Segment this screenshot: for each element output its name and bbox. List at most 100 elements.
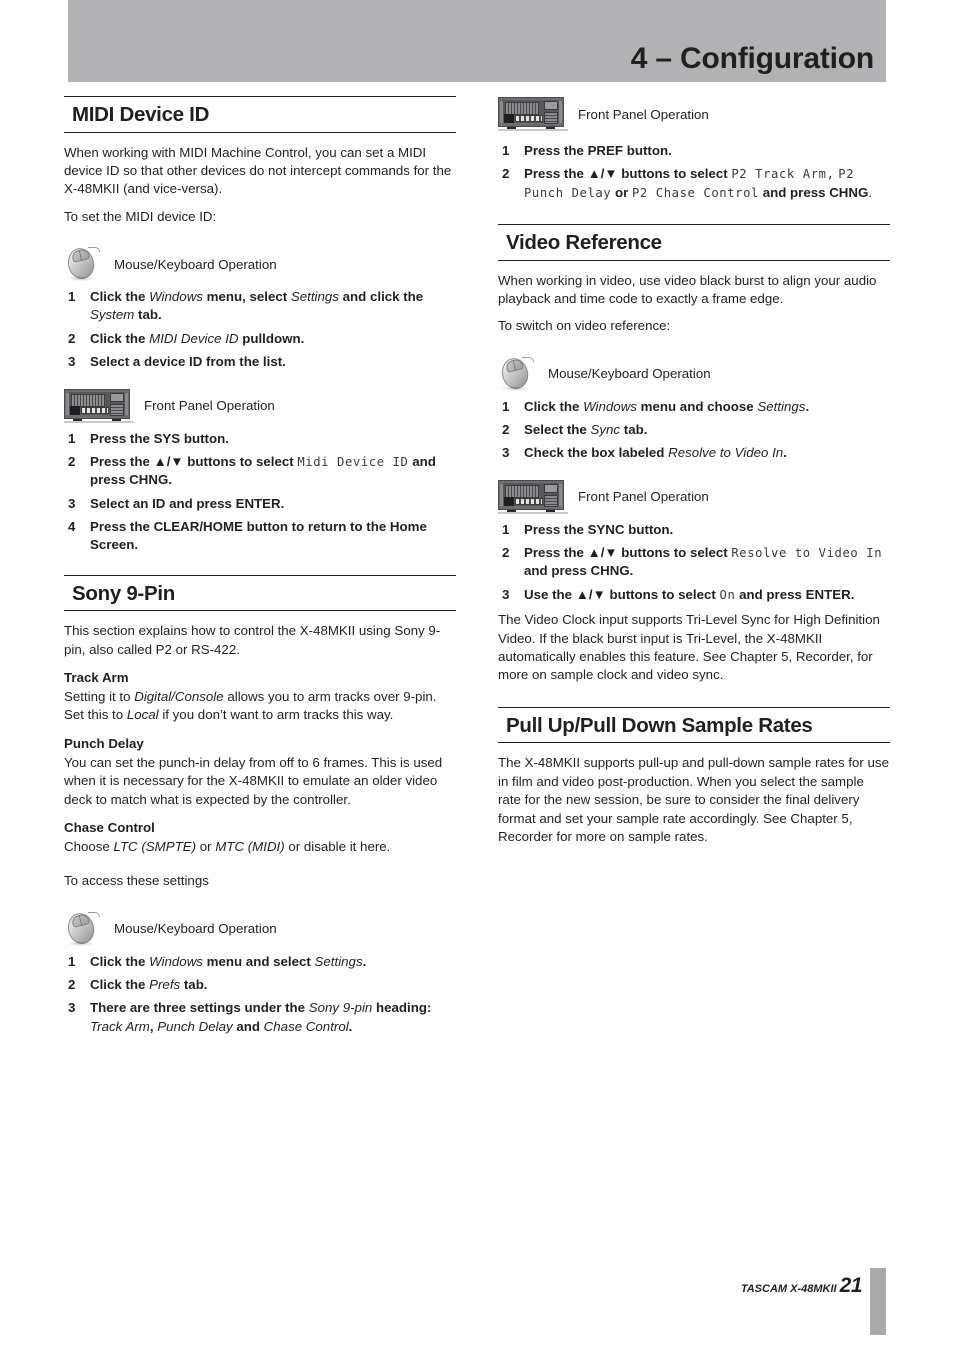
step-item: 1 Press the SYNC button. xyxy=(498,521,890,539)
run-bold: and press CHNG. xyxy=(524,563,634,579)
run-italic: MTC (MIDI) xyxy=(215,838,285,854)
run-bold: buttons to select xyxy=(183,453,298,469)
mouse-keyboard-operation-row-video: Mouse/Keyboard Operation xyxy=(498,355,890,392)
run-bold: Click the xyxy=(90,289,150,305)
run-bold: buttons to select xyxy=(617,166,732,182)
step-item: 3 Select a device ID from the list. xyxy=(64,353,456,371)
run-bold: Press the CLEAR/HOME button to return to… xyxy=(90,518,427,553)
run-bold: tab. xyxy=(620,422,648,438)
run-italic-param: Settings xyxy=(290,289,339,305)
page-footer: TASCAM X-48MKII 21 xyxy=(0,1260,954,1350)
run-bold: Check the box labeled xyxy=(524,445,669,461)
step-item: 2 Press the ▲/▼ buttons to select P2 Trac… xyxy=(498,165,890,202)
section-sony-9pin: Sony 9-Pin xyxy=(64,574,456,612)
run-bold: Click the xyxy=(90,330,150,346)
run-bold: Click the xyxy=(90,953,150,969)
step-item: 4 Press the CLEAR/HOME button to return t… xyxy=(64,518,456,555)
mouse-operation-label: Mouse/Keyboard Operation xyxy=(114,256,277,272)
manual-page: 4 – Configuration MIDI Device ID When wo… xyxy=(0,0,954,1350)
run-italic-param: Windows xyxy=(149,953,203,969)
footer-accent-bar xyxy=(870,1268,886,1335)
run-lcd-text: Resolve to Video In xyxy=(731,546,883,561)
heading-midi-device-id: MIDI Device ID xyxy=(72,103,210,126)
run-bold: and press CHNG xyxy=(759,184,869,200)
run-bold: ▲/▼ xyxy=(575,586,606,602)
run-bold: . xyxy=(362,953,367,969)
step-item: 1 Click the Windows menu and select Setti… xyxy=(64,953,456,971)
step-number: 2 xyxy=(68,977,76,993)
step-item: 2 Click the MIDI Device ID pulldown. xyxy=(64,330,456,348)
front-panel-operation-row-midi: Front Panel Operation xyxy=(64,388,456,424)
run-italic-param: Sony 9-pin xyxy=(308,1000,373,1016)
sony-intro-paragraph: This section explains how to control the… xyxy=(64,623,441,657)
pull-rates-paragraph: The X-48MKII supports pull-up and pull-d… xyxy=(498,755,889,844)
run-plain: . xyxy=(868,184,873,200)
run-bold: Press the SYS button. xyxy=(90,430,229,446)
run-bold: or xyxy=(611,184,632,200)
step-number: 1 xyxy=(68,430,76,446)
run-lcd-text: P2 Track Arm, xyxy=(731,167,835,182)
run-italic-param: Resolve to Video In xyxy=(668,445,784,461)
step-item: 3 There are three settings under the Sony… xyxy=(64,999,456,1036)
mouse-keyboard-operation-row-midi: Mouse/Keyboard Operation xyxy=(64,245,456,282)
run-italic-param: Settings xyxy=(314,953,363,969)
step-number: 1 xyxy=(502,398,510,414)
run-italic-param: Settings xyxy=(757,398,806,414)
sony-subsections: Track Arm Setting it to Digital/Console a… xyxy=(64,670,456,856)
running-header-bar: 4 – Configuration xyxy=(68,0,886,82)
run-bold: Select an ID and press ENTER. xyxy=(90,495,285,511)
step-item: 3 Check the box labeled Resolve to Video … xyxy=(498,444,890,462)
run-plain: You can set the punch-in delay from off … xyxy=(64,754,443,807)
heading-pull-rates: Pull Up/Pull Down Sample Rates xyxy=(506,713,813,737)
mouse-icon xyxy=(498,355,538,392)
step-item: 2 Select the Sync tab. xyxy=(498,421,890,439)
section-midi-device-id: MIDI Device ID xyxy=(64,96,456,133)
step-number: 2 xyxy=(502,545,510,561)
run-italic-param: Windows xyxy=(149,289,203,305)
step-item: 3 Select an ID and press ENTER. xyxy=(64,495,456,513)
run-italic: LTC (SMPTE) xyxy=(113,838,197,854)
run-bold: heading: xyxy=(372,1000,432,1016)
run-lcd-text: Midi Device ID xyxy=(297,454,409,469)
step-number: 3 xyxy=(68,495,76,511)
mouse-icon xyxy=(64,245,104,282)
step-number: 2 xyxy=(68,453,76,469)
run-bold: ▲/▼ xyxy=(153,453,184,469)
run-bold: buttons to select xyxy=(617,545,732,561)
run-plain: if you don’t want to arm tracks this way… xyxy=(158,707,394,723)
run-bold: menu and select xyxy=(202,953,315,969)
step-item: 2 Press the ▲/▼ buttons to select Resolve… xyxy=(498,544,890,581)
run-bold: pulldown. xyxy=(238,330,305,346)
run-bold: menu, select xyxy=(202,289,291,305)
step-number: 2 xyxy=(502,166,510,182)
front-panel-icon xyxy=(498,97,568,131)
section-rule-bottom xyxy=(498,259,890,261)
run-lcd-text: P2 Chase Control xyxy=(632,185,759,200)
step-item: 3 Use the ▲/▼ buttons to select On and pr… xyxy=(498,586,890,604)
run-bold: Press the SYNC button. xyxy=(524,521,674,537)
front-panel-icon xyxy=(498,479,568,514)
left-column: MIDI Device ID When working with MIDI Ma… xyxy=(64,96,456,1041)
section-pull-rates: Pull Up/Pull Down Sample Rates xyxy=(498,706,890,744)
sony-access-line: To access these settings xyxy=(64,873,209,889)
step-number: 1 xyxy=(68,289,76,305)
run-bold: . xyxy=(805,398,810,414)
subsection-paragraph: You can set the punch-in delay from off … xyxy=(64,754,456,809)
run-italic-param: Track Arm xyxy=(90,1018,150,1034)
run-bold: Press the PREF button. xyxy=(524,143,672,158)
run-bold: menu and choose xyxy=(636,398,758,414)
step-number: 3 xyxy=(68,354,76,370)
step-item: 1 Press the PREF button. xyxy=(498,142,890,160)
run-bold: and xyxy=(232,1018,264,1034)
mouse-operation-label: Mouse/Keyboard Operation xyxy=(114,921,277,937)
run-plain: or disable it here. xyxy=(284,838,391,854)
run-bold: Press the xyxy=(90,453,154,469)
chapter-title: 4 – Configuration xyxy=(630,42,874,75)
step-number: 1 xyxy=(68,953,76,969)
step-item: 1 Click the Windows menu, select Settings… xyxy=(64,288,456,325)
run-bold: and press ENTER. xyxy=(735,586,855,602)
run-bold: Select a device ID from the list. xyxy=(90,354,286,370)
run-italic-param: Prefs xyxy=(149,977,181,993)
section-rule-bottom xyxy=(498,742,890,744)
run-italic-param: Chase Control xyxy=(263,1018,349,1034)
